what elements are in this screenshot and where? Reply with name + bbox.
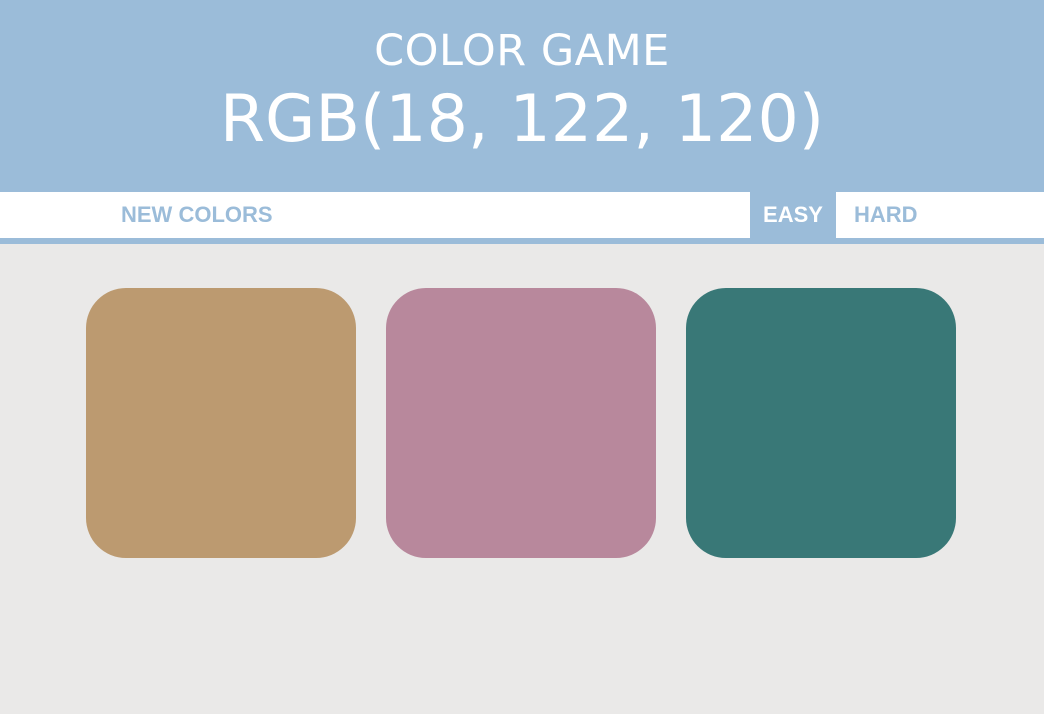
hard-mode-button[interactable]: HARD [854,192,918,238]
color-square[interactable] [386,288,656,558]
easy-mode-button[interactable]: EASY [750,192,836,238]
header: COLOR GAME RGB(18, 122, 120) [0,0,1044,192]
game-title: COLOR GAME [374,26,670,76]
color-square[interactable] [686,288,956,558]
color-square[interactable] [86,288,356,558]
target-rgb-display: RGB(18, 122, 120) [219,82,825,157]
control-bar-border [0,238,1044,244]
new-colors-button[interactable]: NEW COLORS [121,192,273,238]
